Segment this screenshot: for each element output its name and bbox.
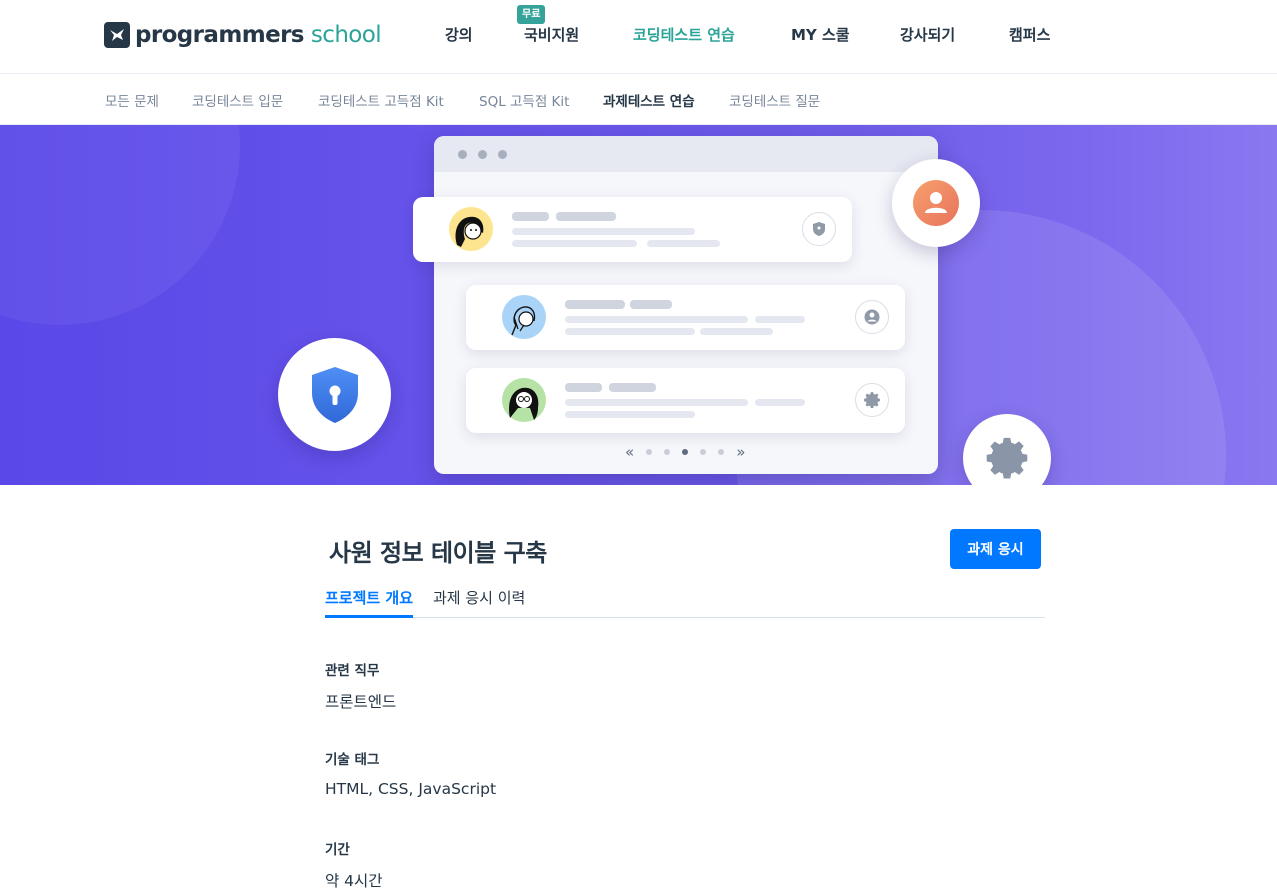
assignment-tabs: 프로젝트 개요 과제 응시 이력	[325, 584, 1045, 618]
logo-text-school: school	[310, 22, 382, 48]
window-dot-icon	[458, 149, 467, 159]
user-badge	[892, 159, 980, 247]
related-job-value: 프론트엔드	[325, 693, 397, 711]
skeleton-line	[565, 411, 695, 418]
subnav-coding-test-kit[interactable]: 코딩테스트 고득점 Kit	[318, 90, 444, 110]
carousel-dot[interactable]	[664, 449, 671, 455]
avatar-icon	[449, 207, 493, 251]
subnav-assignment-test-practice[interactable]: 과제테스트 연습	[603, 90, 695, 110]
skeleton-line	[565, 328, 695, 335]
carousel-dot[interactable]	[718, 449, 725, 455]
window-dot-icon	[478, 149, 487, 159]
gnb-item-coding-test-practice[interactable]: 코딩테스트 연습	[633, 24, 735, 45]
profile-card	[466, 368, 905, 433]
assignment-title: 사원 정보 테이블 구축	[329, 539, 547, 567]
tech-tags-value: HTML, CSS, JavaScript	[325, 780, 497, 798]
avatar-icon	[502, 378, 546, 422]
top-navigation: programmers school 강의 국비지원 무료 코딩테스트 연습 M…	[0, 0, 1277, 74]
gnb-item-lectures[interactable]: 강의	[445, 24, 473, 45]
skeleton-line	[630, 300, 672, 309]
bird-logo-icon	[104, 22, 130, 48]
avatar-icon	[502, 295, 546, 339]
hero-banner: « »	[0, 125, 1277, 485]
hero-glow-decoration	[0, 125, 240, 325]
gnb-item-government-support[interactable]: 국비지원	[524, 24, 579, 45]
window-dot-icon	[498, 149, 507, 159]
programmers-school-logo[interactable]: programmers school	[104, 20, 382, 50]
gnb-item-become-instructor[interactable]: 강사되기	[900, 24, 955, 45]
gear-icon	[855, 383, 889, 417]
profile-card	[466, 285, 905, 350]
carousel-dot-active[interactable]	[682, 449, 689, 455]
logo-text-programmers: programmers	[135, 22, 305, 48]
gear-icon	[986, 437, 1028, 479]
skeleton-line	[609, 383, 656, 392]
user-icon	[855, 300, 889, 334]
skeleton-line	[565, 399, 748, 406]
carousel-prev-icon[interactable]: «	[625, 445, 634, 460]
shield-icon	[802, 212, 836, 246]
skeleton-line	[700, 328, 773, 335]
apply-assignment-button[interactable]: 과제 응시	[950, 529, 1041, 569]
carousel-dot[interactable]	[700, 449, 707, 455]
duration-label: 기간	[325, 842, 350, 858]
mock-window-titlebar	[434, 136, 938, 172]
skeleton-line	[647, 240, 720, 247]
skeleton-line	[512, 228, 695, 235]
subnav-coding-test-questions[interactable]: 코딩테스트 질문	[729, 90, 820, 110]
skeleton-line	[556, 212, 616, 221]
gnb-item-my-school[interactable]: MY 스쿨	[791, 24, 850, 45]
skeleton-line	[512, 240, 637, 247]
carousel-dot[interactable]	[646, 449, 653, 455]
skeleton-line	[565, 316, 748, 323]
sub-navigation: 모든 문제 코딩테스트 입문 코딩테스트 고득점 Kit SQL 고득점 Kit…	[0, 74, 1277, 125]
skeleton-line	[755, 316, 805, 323]
free-badge: 무료	[517, 5, 546, 24]
tech-tags-label: 기술 태그	[325, 752, 380, 768]
gnb-item-campus[interactable]: 캠퍼스	[1009, 24, 1050, 45]
skeleton-line	[565, 383, 602, 392]
tab-application-history[interactable]: 과제 응시 이력	[433, 587, 525, 618]
subnav-sql-kit[interactable]: SQL 고득점 Kit	[479, 90, 569, 110]
lock-shield-badge	[278, 338, 391, 451]
user-icon	[913, 180, 959, 226]
carousel-next-icon[interactable]: »	[736, 445, 745, 460]
tab-project-overview[interactable]: 프로젝트 개요	[325, 587, 414, 618]
skeleton-line	[512, 212, 549, 221]
skeleton-line	[565, 300, 625, 309]
subnav-coding-test-intro[interactable]: 코딩테스트 입문	[192, 90, 283, 110]
subnav-all-problems[interactable]: 모든 문제	[105, 90, 159, 110]
profile-card	[413, 197, 852, 262]
lock-shield-icon	[311, 366, 358, 423]
skeleton-line	[755, 399, 805, 406]
related-job-label: 관련 직무	[325, 663, 380, 679]
carousel-pager: « »	[619, 445, 751, 460]
duration-value: 약 4시간	[325, 872, 383, 890]
